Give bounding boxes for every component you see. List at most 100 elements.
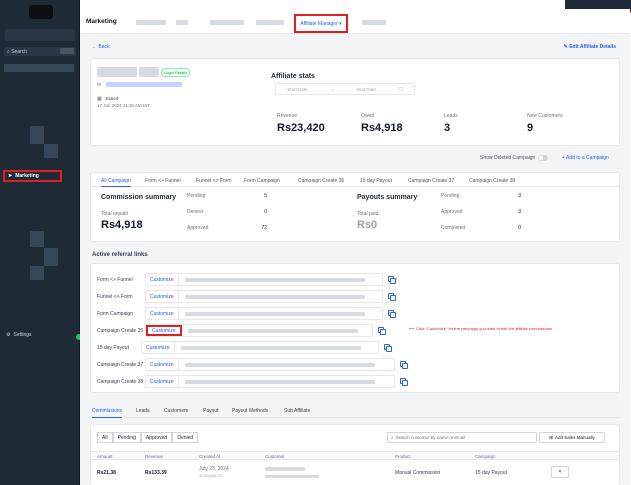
sidebar-item-marketing[interactable]: ➤ Marketing: [3, 170, 62, 182]
sidebar-item[interactable]: [30, 231, 44, 247]
tab-commissions[interactable]: Commissions: [92, 408, 123, 418]
copy-icon[interactable]: [400, 361, 408, 369]
customize-button[interactable]: Customize: [146, 359, 179, 370]
sidebar-item[interactable]: [30, 126, 44, 144]
stats-title: Affiliate stats: [271, 73, 315, 80]
annotation-note: ⟵ Click "Customize" for the campaign you…: [409, 326, 553, 331]
mail-icon: ✉: [97, 82, 102, 88]
referral-url[interactable]: Customize: [145, 290, 383, 303]
app-logo: [29, 5, 53, 19]
copy-icon[interactable]: [388, 276, 396, 284]
plus-icon: ⊞: [549, 434, 553, 440]
close-icon[interactable]: ×: [551, 466, 569, 478]
tab-campaign[interactable]: Form Campaign: [244, 178, 280, 184]
tab-campaign[interactable]: Campaign Create 36: [298, 178, 344, 184]
tab-sub-affiliate[interactable]: Sub Affiliate: [284, 408, 310, 414]
customize-button[interactable]: Customize: [146, 291, 179, 302]
sidebar-item[interactable]: [30, 266, 44, 280]
customize-button[interactable]: Customize: [146, 274, 179, 285]
back-link[interactable]: ← Back: [92, 44, 110, 50]
customize-button[interactable]: Customize: [146, 376, 179, 387]
copy-icon[interactable]: [388, 310, 396, 318]
commission-title: Commission summary: [101, 194, 177, 201]
tab-blurred[interactable]: [362, 20, 386, 25]
copy-icon[interactable]: [378, 327, 386, 335]
referral-links-card: Form <> Funnel Customize Funnel <> Form Cu…: [90, 263, 620, 393]
stat-leads: Leads 3: [444, 113, 458, 134]
status-filter: All Pending Approved Denied: [97, 432, 199, 443]
tab-payout[interactable]: Payout: [203, 408, 219, 414]
filter-pending[interactable]: Pending: [112, 432, 141, 443]
copy-icon[interactable]: [388, 293, 396, 301]
campaign-summary-card: All Campaign Form <> Funnel Funnel <> Fo…: [90, 172, 620, 242]
sidebar-item[interactable]: [4, 64, 74, 72]
date-range-picker[interactable]: Start Date → End Date ▢: [275, 83, 415, 95]
top-bar: Marketing Affiliate Manager ▾: [80, 9, 630, 34]
filter-all[interactable]: All: [97, 432, 113, 443]
tab-all-campaign[interactable]: All Campaign: [101, 178, 131, 187]
copy-icon[interactable]: [400, 378, 408, 386]
edit-affiliate-link[interactable]: ✎ Edit Affiliate Details: [564, 44, 616, 50]
commissions-card: All Pending Approved Denied ⌕ Search cust…: [90, 424, 620, 485]
status-badge: Login Details: [161, 68, 191, 77]
add-sales-button[interactable]: ⊞ Add Sales Manually: [539, 432, 605, 443]
total-unpaid-value: Rs4,918: [101, 219, 143, 231]
referral-row-highlighted: Campaign Create 35 Customize: [97, 324, 386, 337]
affiliate-name: [139, 67, 159, 77]
show-deleted-toggle[interactable]: Show Deleted Campaign: [480, 155, 549, 161]
filter-approved[interactable]: Approved: [140, 432, 173, 443]
referral-url[interactable]: Customize: [145, 358, 395, 371]
page-title: Marketing: [86, 18, 117, 25]
tab-blurred[interactable]: [256, 20, 284, 25]
sidebar-search[interactable]: ⌕ Search: [4, 47, 76, 56]
referral-url[interactable]: Customize: [145, 375, 395, 388]
tab-payout-methods[interactable]: Payout Methods: [232, 408, 268, 414]
tab-blurred[interactable]: [136, 20, 166, 25]
commission-breakdown: Pending 5 Denied 0 Approved 72: [187, 193, 267, 231]
tab-campaign[interactable]: 15 day Payout: [360, 178, 392, 184]
location-switcher[interactable]: [5, 29, 75, 41]
tab-campaign[interactable]: Campaign Create 37: [408, 178, 454, 184]
customer-search-input[interactable]: ⌕ Search customer by name or email: [387, 432, 537, 443]
total-paid-label: Total paid: [357, 211, 379, 217]
sidebar-item[interactable]: [44, 144, 58, 158]
customize-button[interactable]: Customize: [142, 342, 175, 353]
referral-row: Form <> Funnel Customize: [97, 273, 396, 286]
referral-url[interactable]: Customize: [145, 307, 383, 320]
add-to-campaign-button[interactable]: + Add to a Campaign: [562, 155, 609, 161]
payouts-breakdown: Pending 3 Approved 3 Completed 0: [441, 193, 521, 231]
calendar-icon: ▦: [97, 96, 102, 102]
total-paid-value: Rs0: [357, 219, 378, 231]
tab-campaign[interactable]: Form <> Funnel: [145, 178, 181, 184]
referral-url[interactable]: Customize: [145, 273, 383, 286]
copy-icon[interactable]: [384, 344, 392, 352]
gear-icon: ⚙: [6, 332, 11, 338]
tab-leads[interactable]: Leads: [136, 408, 150, 414]
sidebar-item-settings[interactable]: ⚙ Settings: [6, 332, 32, 338]
referral-links-title: Active referral links: [92, 252, 148, 258]
customize-button-highlighted[interactable]: Customize: [146, 325, 182, 336]
tab-customers[interactable]: Customers: [164, 408, 188, 414]
filter-denied[interactable]: Denied: [172, 432, 199, 443]
sidebar-item[interactable]: [44, 248, 58, 266]
tab-campaign[interactable]: Campaign Create 38: [469, 178, 515, 184]
customer-name: [265, 467, 305, 471]
toggle-switch[interactable]: [538, 155, 549, 161]
send-icon: ➤: [8, 173, 13, 179]
tab-affiliate-manager[interactable]: Affiliate Manager ▾: [294, 14, 348, 33]
referral-url[interactable]: Customize: [145, 324, 373, 337]
chevron-down-icon: ▾: [337, 20, 342, 27]
tab-blurred[interactable]: [210, 20, 244, 25]
referral-url[interactable]: Customize: [141, 341, 379, 354]
referral-row: Funnel <> Form Customize: [97, 290, 396, 303]
stat-owed: Owed Rs4,918: [361, 113, 403, 134]
tab-blurred[interactable]: [176, 20, 188, 25]
referral-row: Campaign Create 38 Customize: [97, 375, 408, 388]
tab-campaign[interactable]: Funnel <> Form: [196, 178, 232, 184]
main-content: ← Back ✎ Edit Affiliate Details Login De…: [80, 34, 630, 485]
total-unpaid-label: Total unpaid: [101, 211, 128, 217]
payouts-title: Payouts summary: [357, 194, 418, 201]
shortcut-badge: [60, 48, 74, 54]
customize-button[interactable]: Customize: [146, 308, 179, 319]
calendar-icon: ▢: [398, 86, 403, 91]
